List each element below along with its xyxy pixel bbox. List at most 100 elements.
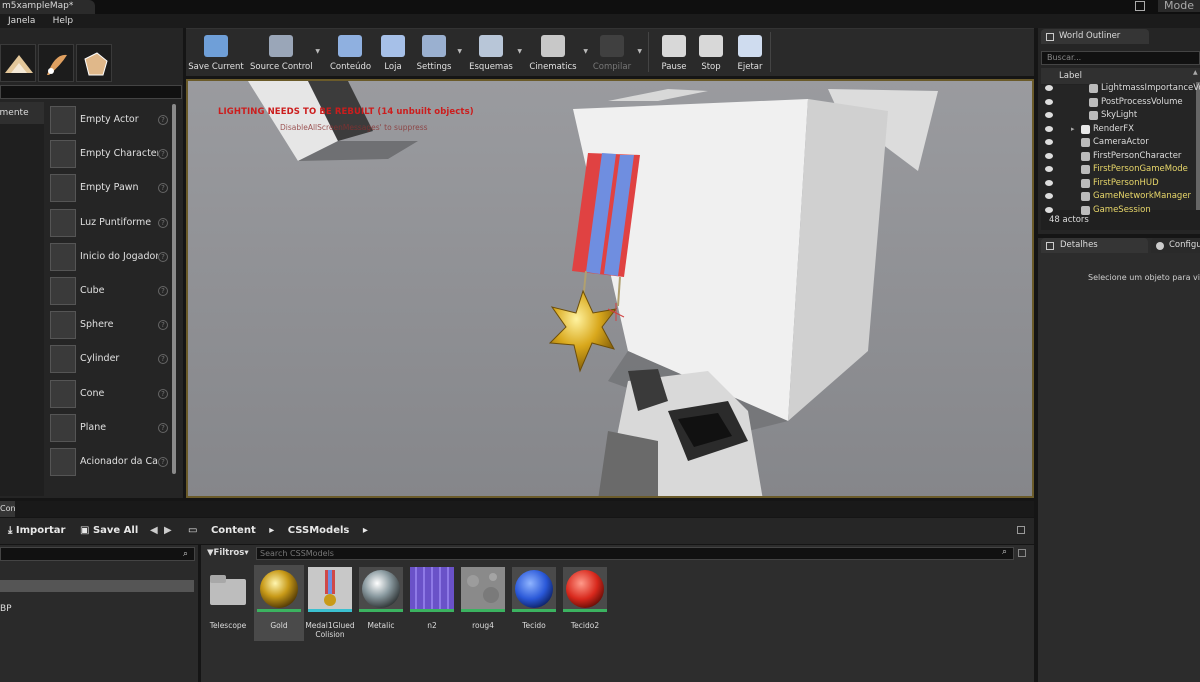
filters-button[interactable]: ▼Filtros▾ (203, 547, 251, 560)
asset-tile[interactable]: Gold (254, 565, 304, 641)
place-item[interactable]: Inicio do Jogador? (48, 241, 170, 273)
compile-button[interactable]: Compilar ▼ (590, 30, 642, 76)
place-item[interactable]: Empty Actor? (48, 104, 170, 136)
import-button[interactable]: ⤓ Importar (8, 518, 65, 544)
expand-arrow-icon[interactable]: ▸ (1071, 123, 1075, 137)
geometry-mode-icon[interactable] (76, 44, 112, 82)
paint-mode-icon[interactable] (38, 44, 74, 82)
visibility-eye-icon[interactable] (1045, 206, 1053, 213)
place-item[interactable]: Cone? (48, 378, 170, 410)
pause-button[interactable]: Pause (656, 30, 692, 76)
mode-label[interactable]: Mode (1158, 0, 1200, 12)
outliner-row[interactable]: GameSession (1041, 204, 1200, 218)
asset-tile[interactable]: roug4 (458, 565, 508, 641)
dropdown-arrow-icon[interactable]: ▼ (637, 48, 642, 55)
content-browser-tab[interactable]: Con (0, 501, 15, 517)
outliner-row[interactable]: SkyLight (1041, 109, 1200, 123)
details-hint: Selecione um objeto para vis (1088, 273, 1200, 282)
asset-tile[interactable]: Medal1Glued Colision (305, 565, 355, 641)
asset-tile[interactable]: Tecido (509, 565, 559, 641)
visibility-eye-icon[interactable] (1045, 179, 1053, 186)
help-icon[interactable]: ? (158, 457, 168, 467)
visibility-eye-icon[interactable] (1045, 112, 1053, 118)
sources-item[interactable]: BP (0, 604, 12, 614)
save-search-icon[interactable] (1018, 549, 1026, 557)
visibility-eye-icon[interactable] (1045, 85, 1053, 91)
stop-button[interactable]: Stop (696, 30, 726, 76)
crumb-cssmodels[interactable]: CSSModels (288, 525, 350, 536)
level-tab[interactable]: m5xampleMap* (0, 0, 95, 14)
sort-caret-icon[interactable]: ▲ (1193, 69, 1198, 76)
place-item[interactable]: Cube? (48, 275, 170, 307)
visibility-eye-icon[interactable] (1045, 139, 1053, 145)
eject-button[interactable]: Ejetar (732, 30, 768, 76)
dropdown-arrow-icon[interactable]: ▼ (583, 48, 588, 55)
outliner-row[interactable]: GameNetworkManager (1041, 190, 1200, 204)
outliner-search-input[interactable]: Buscar... (1041, 51, 1200, 65)
settings-button[interactable]: Settings ▼ (414, 30, 462, 76)
details-tab[interactable]: Detalhes (1041, 238, 1148, 253)
source-control-button[interactable]: Source Control ▼ (250, 30, 320, 76)
toolbar-label: Esquemas (469, 62, 513, 72)
help-icon[interactable]: ? (158, 149, 168, 160)
place-item[interactable]: Empty Character? (48, 138, 170, 170)
asset-search-input[interactable]: Search CSSModels (256, 547, 1014, 560)
sources-search-input[interactable] (0, 547, 195, 561)
menu-help[interactable]: Help (53, 14, 74, 28)
asset-tile[interactable]: Telescope (203, 565, 253, 641)
place-item[interactable]: Luz Puntiforme? (48, 207, 170, 239)
place-item[interactable]: Empty Pawn? (48, 172, 170, 204)
place-item[interactable]: Acionador da Cai? (48, 446, 170, 478)
sources-selected-row[interactable] (0, 580, 194, 592)
menu-janela[interactable]: Janela (8, 14, 35, 28)
asset-tile[interactable]: Metalic (356, 565, 406, 641)
help-icon[interactable]: ? (158, 183, 168, 194)
outliner-row[interactable]: FirstPersonCharacter (1041, 150, 1200, 164)
outliner-row[interactable]: ▸ RenderFX (1041, 123, 1200, 137)
asset-tile[interactable]: n2 (407, 565, 457, 641)
help-icon[interactable]: ? (158, 217, 168, 228)
outliner-row[interactable]: FirstPersonGameMode (1041, 163, 1200, 177)
place-search-input[interactable] (0, 85, 182, 99)
place-item[interactable]: Sphere? (48, 309, 170, 341)
cinematics-button[interactable]: Cinematics ▼ (526, 30, 588, 76)
content-button[interactable]: Conteúdo (330, 30, 371, 76)
save-button[interactable]: Save Current (188, 30, 244, 76)
visibility-eye-icon[interactable] (1045, 193, 1053, 199)
level-viewport[interactable]: LIGHTING NEEDS TO BE REBUILT (14 unbuilt… (186, 79, 1034, 498)
feedback-icon[interactable] (1134, 1, 1145, 11)
asset-tile[interactable]: Tecido2 (560, 565, 610, 641)
place-item[interactable]: Plane? (48, 412, 170, 444)
outliner-row[interactable]: FirstPersonHUD (1041, 177, 1200, 191)
crumb-content[interactable]: Content (211, 525, 256, 536)
visibility-eye-icon[interactable] (1045, 166, 1053, 172)
save-all-button[interactable]: ▣ Save All (80, 518, 138, 544)
blueprints-button[interactable]: Esquemas ▼ (468, 30, 522, 76)
dropdown-arrow-icon[interactable]: ▼ (457, 48, 462, 55)
help-icon[interactable]: ? (158, 115, 168, 125)
history-back-button[interactable]: ◀ (150, 518, 158, 544)
marketplace-button[interactable]: Loja (380, 30, 406, 76)
dropdown-arrow-icon[interactable]: ▼ (315, 48, 320, 55)
help-icon[interactable]: ? (158, 354, 168, 365)
visibility-eye-icon[interactable] (1045, 98, 1053, 105)
lock-icon[interactable] (1017, 526, 1025, 534)
place-scrollbar[interactable] (172, 104, 176, 474)
help-icon[interactable]: ? (158, 320, 168, 331)
category-selected[interactable]: emente (0, 102, 44, 124)
help-icon[interactable]: ? (158, 388, 168, 399)
character-icon (50, 140, 76, 169)
visibility-eye-icon[interactable] (1045, 125, 1053, 132)
history-forward-button[interactable]: ▶ (164, 518, 172, 544)
help-icon[interactable]: ? (158, 251, 168, 262)
outliner-row[interactable]: LightmassImportanceVolu (1041, 82, 1200, 96)
outliner-row[interactable]: CameraActor (1041, 136, 1200, 150)
outliner-row[interactable]: PostProcessVolume (1041, 96, 1200, 110)
help-icon[interactable]: ? (158, 422, 168, 433)
help-icon[interactable]: ? (158, 286, 168, 296)
dropdown-arrow-icon[interactable]: ▼ (517, 48, 522, 55)
world-outliner-tab[interactable]: World Outliner (1041, 29, 1149, 44)
place-mode-icon[interactable] (0, 44, 36, 82)
visibility-eye-icon[interactable] (1045, 152, 1053, 159)
place-item[interactable]: Cylinder? (48, 343, 170, 375)
